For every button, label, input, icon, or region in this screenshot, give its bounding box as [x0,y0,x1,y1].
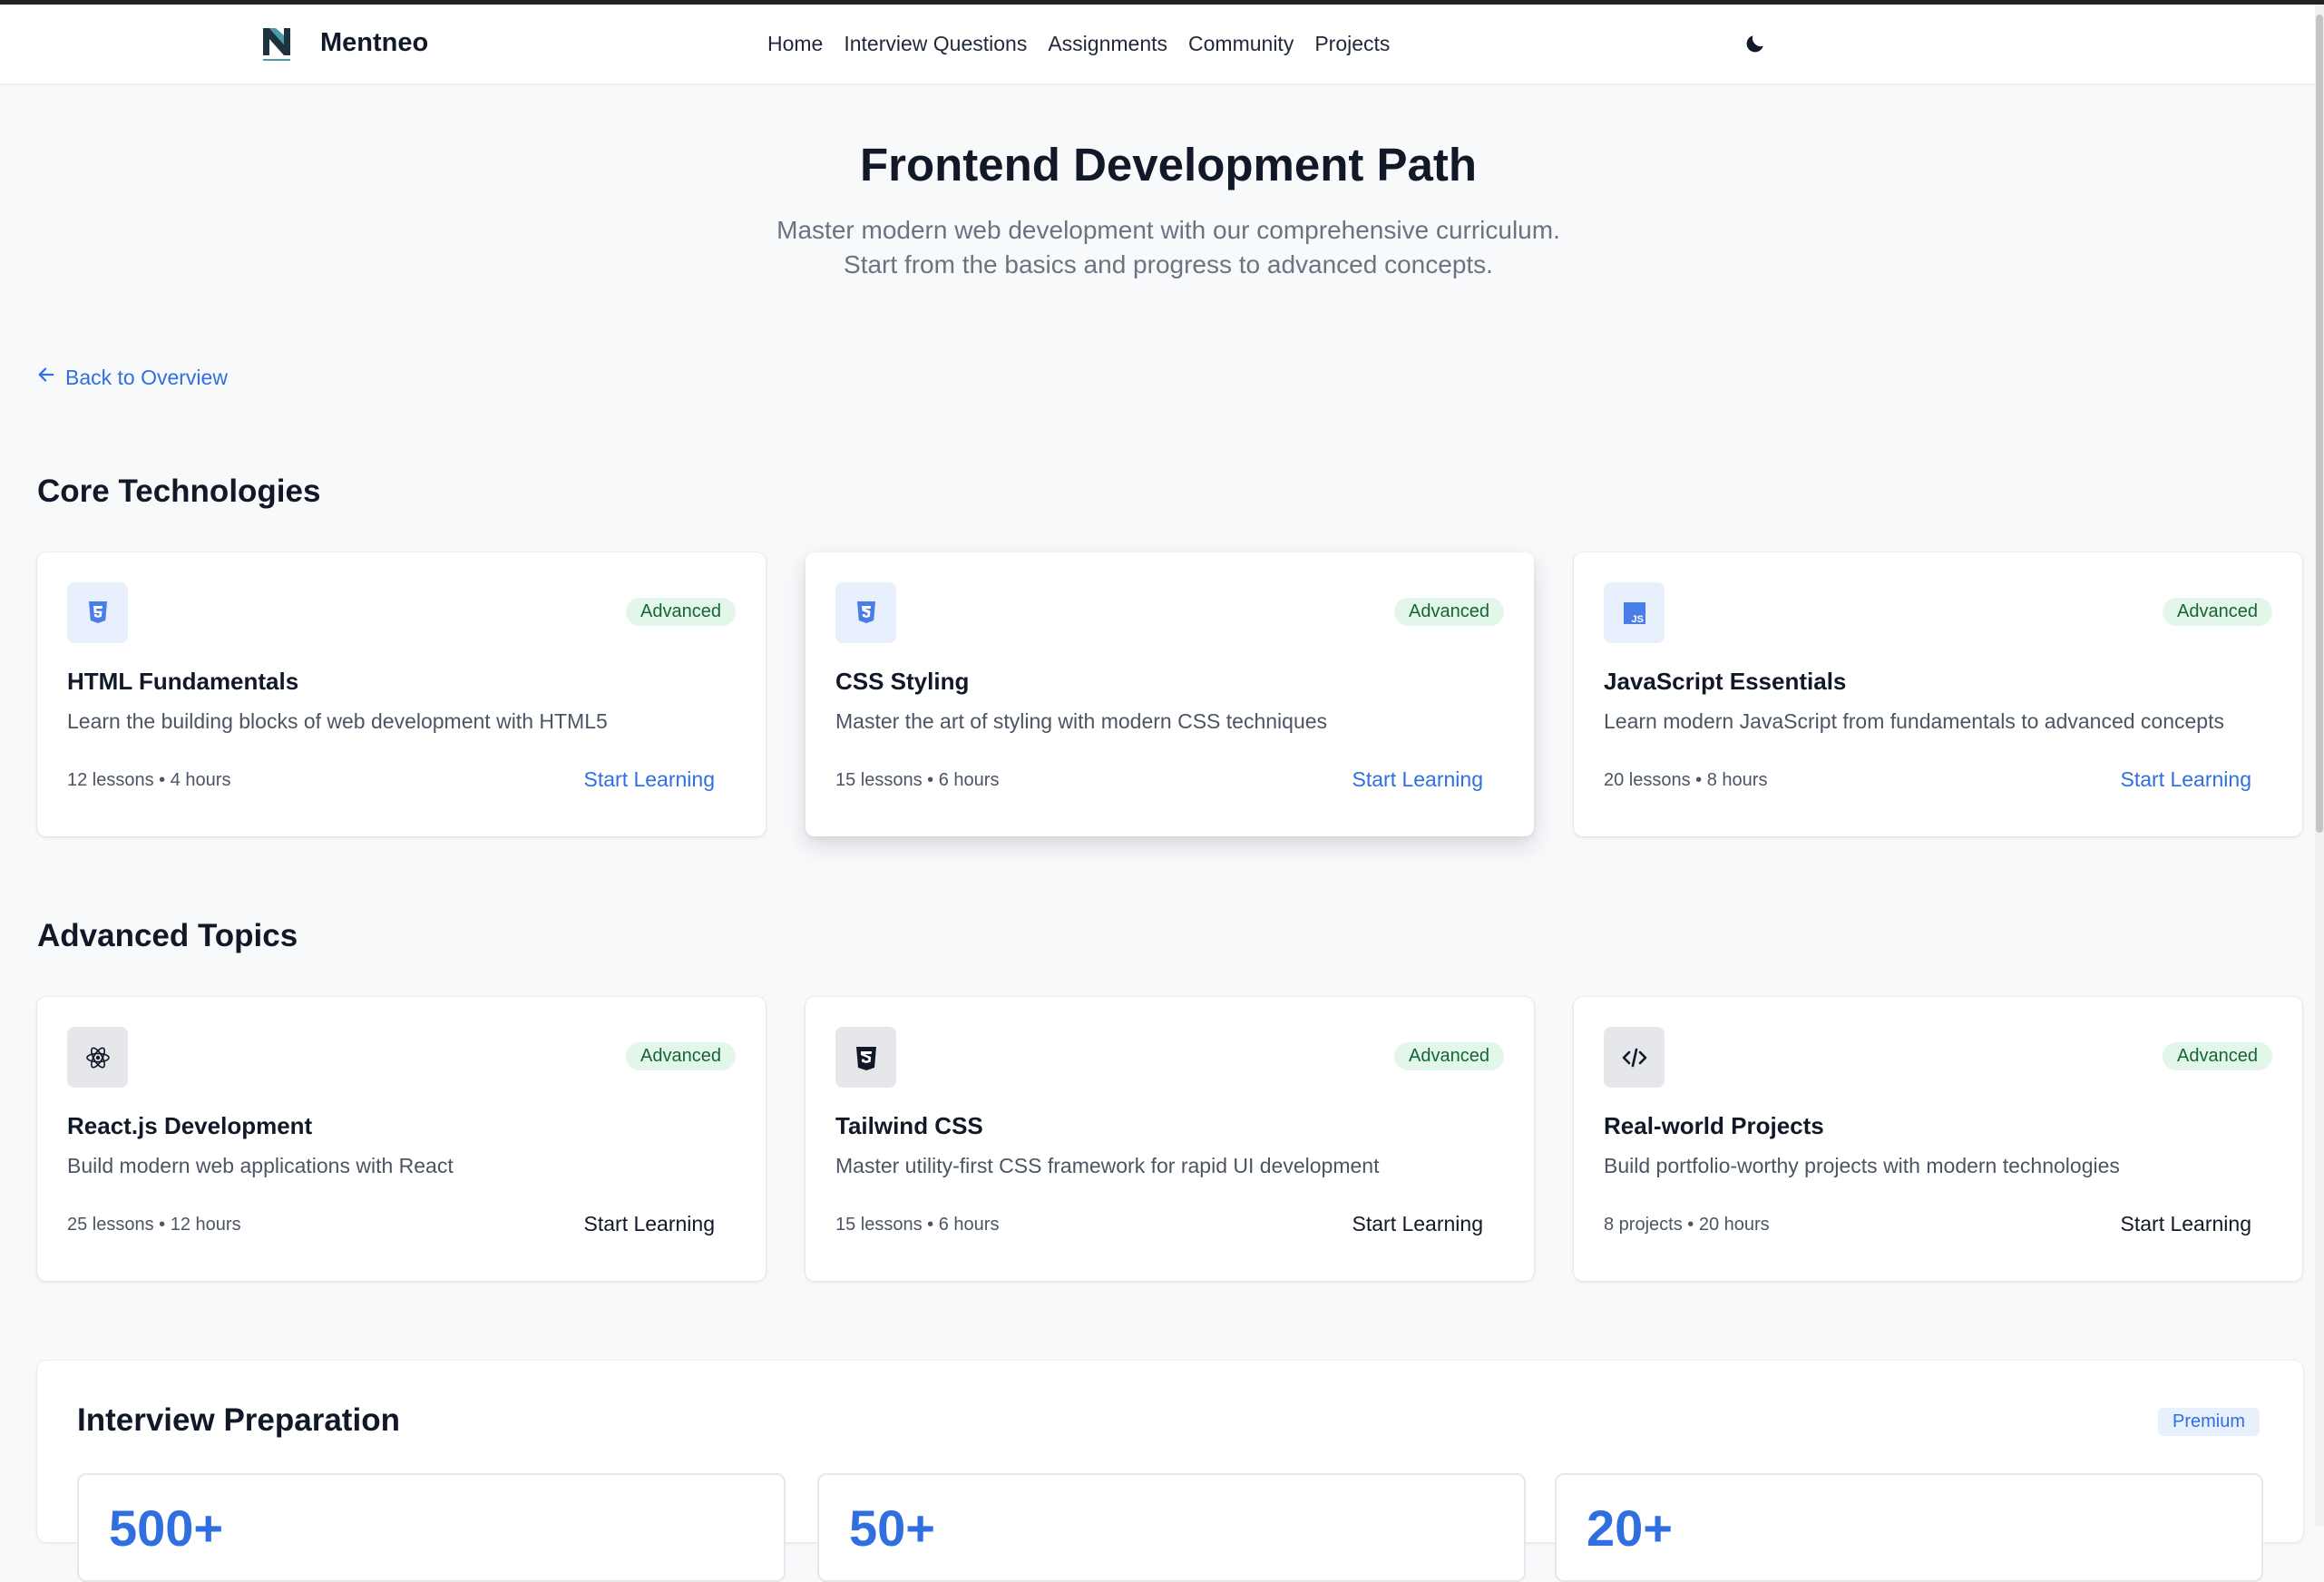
back-to-overview-link[interactable]: Back to Overview [36,365,228,390]
section-title-core: Core Technologies [37,474,321,509]
card-description: Learn modern JavaScript from fundamental… [1604,709,2224,733]
back-link-label: Back to Overview [65,365,228,389]
interview-preparation-panel: Interview Preparation Premium 500+ 50+ 2… [37,1361,2303,1582]
stat-value: 20+ [1587,1499,1673,1557]
difficulty-badge: Advanced [1394,1042,1504,1070]
page-subtitle-line1: Master modern web development with our c… [776,216,1560,244]
mentneo-logo-icon[interactable] [259,24,294,66]
card-description: Master the art of styling with modern CS… [835,709,1328,733]
css3-icon [835,582,896,643]
stat-card-questions: 500+ [77,1473,786,1582]
start-learning-button[interactable]: Start Learning [584,767,715,792]
nav-assignments[interactable]: Assignments [1048,32,1167,56]
card-description: Build modern web applications with React [67,1154,454,1177]
start-learning-button[interactable]: Start Learning [1352,767,1483,792]
page-title: Frontend Development Path [859,139,1478,190]
card-description: Build portfolio-worthy projects with mod… [1604,1154,2120,1177]
moon-icon [1743,35,1767,59]
card-meta: 25 lessons • 12 hours [67,1215,241,1235]
card-meta: 8 projects • 20 hours [1604,1215,1770,1235]
stat-value: 50+ [849,1499,935,1557]
svg-text:JS: JS [1631,614,1643,625]
course-card-react[interactable]: Advanced React.js Development Build mode… [37,997,766,1281]
navbar: Mentneo Home Interview Questions Assignm… [0,5,2319,85]
card-title: React.js Development [67,1112,313,1139]
nav-interview-questions[interactable]: Interview Questions [844,32,1027,56]
start-learning-button[interactable]: Start Learning [2121,767,2251,792]
difficulty-badge: Advanced [2163,1042,2272,1070]
card-title: Real-world Projects [1604,1112,1824,1139]
react-icon [67,1027,128,1088]
arrow-left-icon [36,365,56,390]
card-meta: 15 lessons • 6 hours [835,770,1000,790]
card-description: Master utility-first CSS framework for r… [835,1154,1380,1177]
course-card-tailwind[interactable]: Advanced Tailwind CSS Master utility-fir… [806,997,1534,1281]
card-title: JavaScript Essentials [1604,668,1847,695]
start-learning-button[interactable]: Start Learning [1352,1212,1483,1236]
difficulty-badge: Advanced [626,1042,736,1070]
card-meta: 15 lessons • 6 hours [835,1215,1000,1235]
brand-name[interactable]: Mentneo [320,28,428,58]
tailwind-css-icon [835,1027,896,1088]
difficulty-badge: Advanced [2163,598,2272,626]
page-subtitle-line2: Start from the basics and progress to ad… [844,250,1493,278]
card-description: Learn the building blocks of web develop… [67,709,608,733]
interview-prep-title: Interview Preparation [77,1402,400,1438]
html5-icon [67,582,128,643]
nav-projects[interactable]: Projects [1314,32,1390,56]
card-title: Tailwind CSS [835,1112,983,1139]
nav-home[interactable]: Home [767,32,823,56]
nav-community[interactable]: Community [1188,32,1294,56]
course-card-javascript[interactable]: JS Advanced JavaScript Essentials Learn … [1574,552,2302,836]
card-meta: 20 lessons • 8 hours [1604,770,1768,790]
start-learning-button[interactable]: Start Learning [584,1212,715,1236]
course-card-css[interactable]: Advanced CSS Styling Master the art of s… [806,552,1534,836]
difficulty-badge: Advanced [626,598,736,626]
main-nav: Home Interview Questions Assignments Com… [767,32,1390,56]
javascript-icon: JS [1604,582,1665,643]
section-title-advanced: Advanced Topics [37,918,298,953]
card-meta: 12 lessons • 4 hours [67,770,231,790]
stat-value: 500+ [109,1499,224,1557]
code-icon [1604,1027,1665,1088]
theme-toggle-button[interactable] [1743,32,1769,57]
stat-card-companies: 20+ [1555,1473,2263,1582]
card-title: CSS Styling [835,668,970,695]
stat-card-topics: 50+ [817,1473,1526,1582]
premium-badge: Premium [2157,1408,2260,1436]
course-card-projects[interactable]: Advanced Real-world Projects Build portf… [1574,997,2302,1281]
start-learning-button[interactable]: Start Learning [2121,1212,2251,1236]
course-card-html[interactable]: Advanced HTML Fundamentals Learn the bui… [37,552,766,836]
difficulty-badge: Advanced [1394,598,1504,626]
card-title: HTML Fundamentals [67,668,299,695]
